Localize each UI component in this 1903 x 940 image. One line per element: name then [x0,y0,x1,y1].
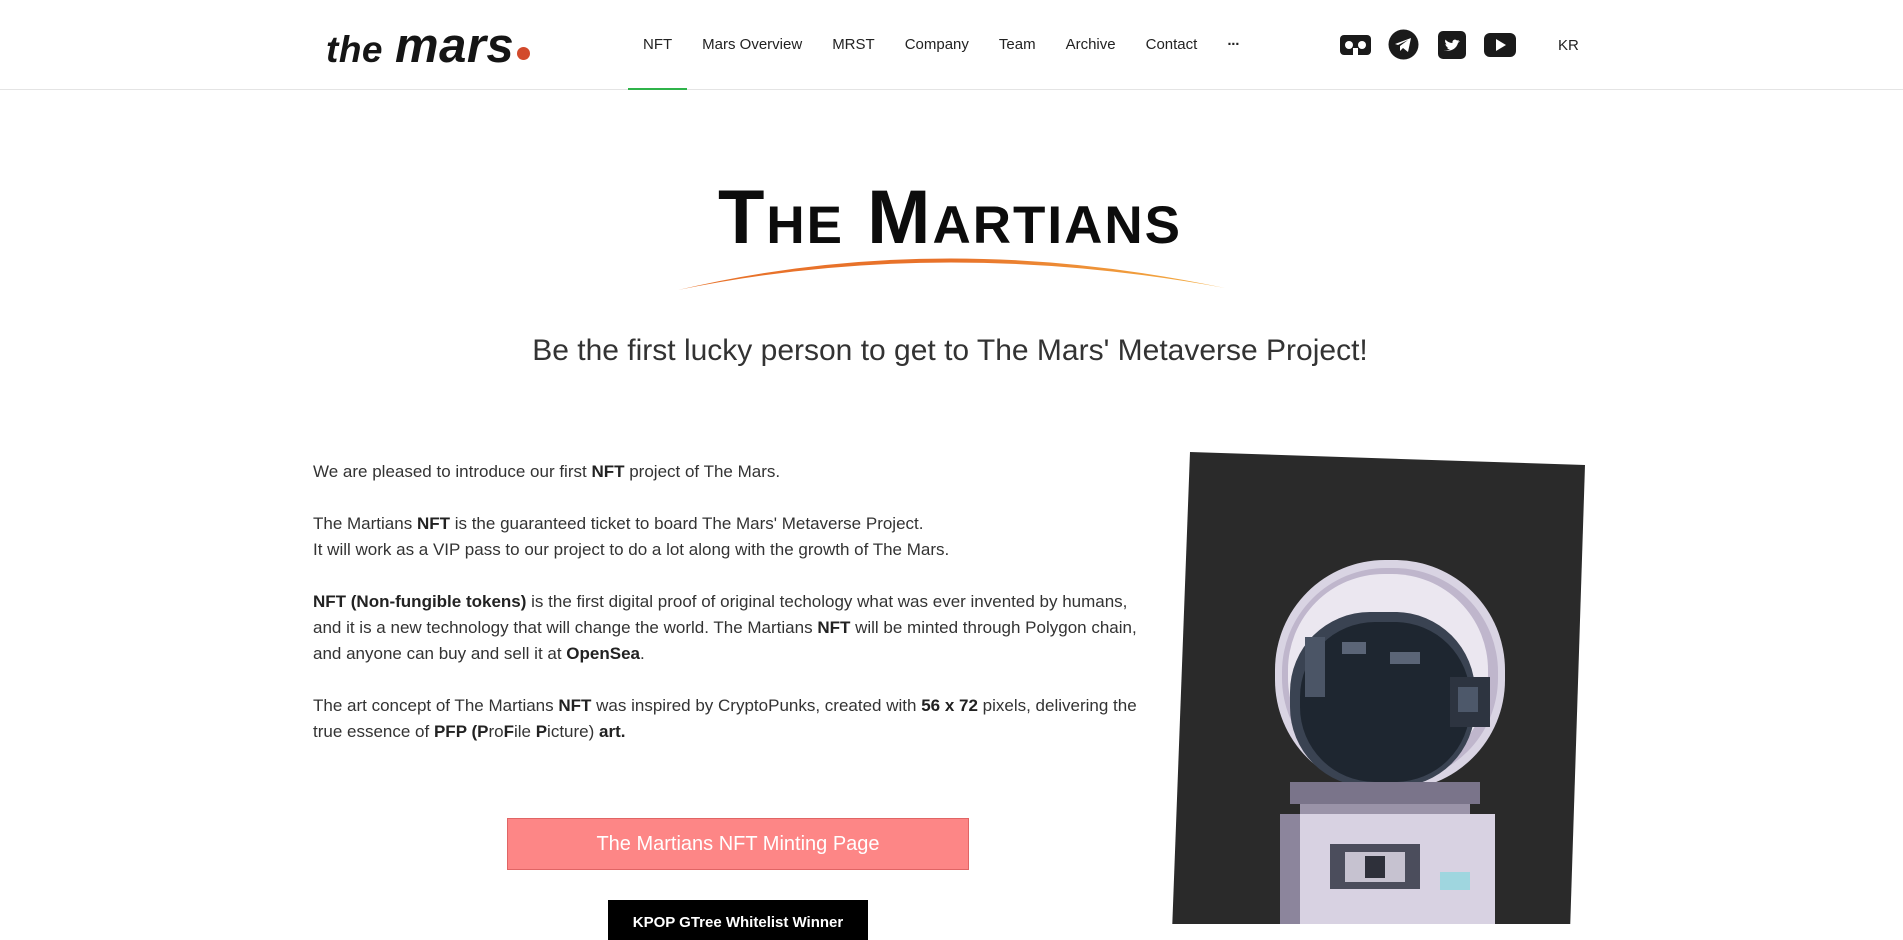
main-nav: NFT Mars Overview MRST Company Team Archive Co… [628,0,1254,90]
nav-item-archive[interactable]: Archive [1051,0,1131,89]
hero-subtitle: Be the first lucky person to get to The … [532,334,1368,367]
logo-the-text: the [326,29,383,70]
logo-dot-icon [517,47,531,60]
nft-astronaut-image [1170,452,1590,924]
nav-item-more[interactable]: ··· [1212,0,1254,89]
nav-item-nft[interactable]: NFT [628,0,688,90]
intro-paragraph-2: The Martians NFT is the guaranteed ticke… [313,514,950,559]
twitter-icon[interactable] [1436,29,1467,60]
site-logo[interactable]: the mars [326,18,531,73]
nav-item-team[interactable]: Team [984,0,1051,89]
hero-arc-decoration [678,258,1225,290]
intro-paragraph-4: The art concept of The Martians NFT was … [313,696,1137,741]
youtube-icon[interactable] [1484,29,1516,60]
vr-headset-icon[interactable] [1340,29,1371,60]
intro-paragraph-1: We are pleased to introduce our first NF… [313,462,781,481]
nav-item-company[interactable]: Company [890,0,984,89]
nav-item-mrst[interactable]: MRST [817,0,890,89]
intro-paragraph-3: NFT (Non-fungible tokens) is the first d… [313,592,1137,663]
site-header: the mars NFT Mars Overview MRST Company Team… [0,0,1903,90]
nav-item-mars-overview[interactable]: Mars Overview [687,0,817,89]
nav-item-contact[interactable]: Contact [1131,0,1213,89]
social-links [1340,29,1516,60]
intro-text: We are pleased to introduce our first NF… [313,459,1143,771]
hero-title-block: The Martians [600,168,1300,298]
language-switch-kr[interactable]: KR [1558,37,1579,54]
logo-mars-text: mars [395,19,515,73]
whitelist-winner-button[interactable]: KPOP GTree Whitelist Winner [608,900,868,940]
minting-page-button[interactable]: The Martians NFT Minting Page [507,818,969,870]
telegram-icon[interactable] [1388,29,1419,60]
